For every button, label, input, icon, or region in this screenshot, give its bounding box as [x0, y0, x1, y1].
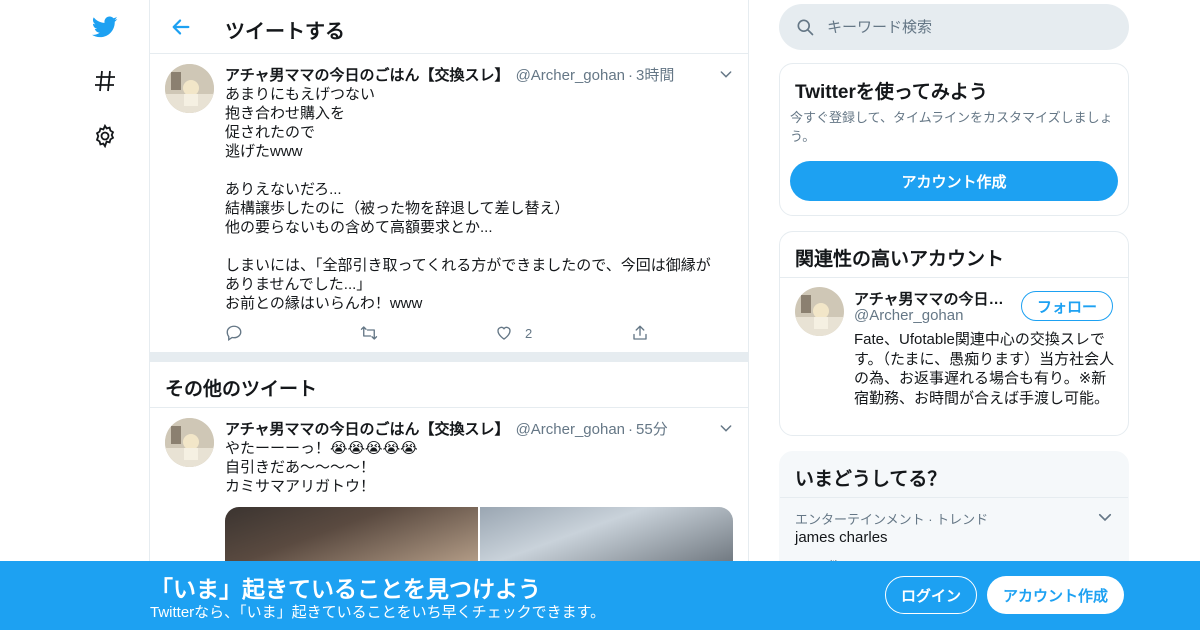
avatar[interactable]: [165, 418, 214, 467]
related-accounts-title: 関連性の高いアカウント: [795, 249, 1005, 270]
chevron-down-icon[interactable]: [718, 66, 734, 82]
tweet-text-line: お前との縁はいらんわ！www: [225, 295, 423, 312]
tweet-actions: 2: [225, 322, 665, 344]
chevron-down-icon[interactable]: [1096, 508, 1114, 526]
gear-icon[interactable]: [90, 121, 120, 151]
tweet-text-line: 抱き合わせ購入を: [225, 105, 346, 122]
tweet-text-line: ありえないだろ...: [225, 181, 342, 198]
tweet-timestamp[interactable]: 3時間: [636, 67, 674, 84]
page-title: ツイートする: [225, 21, 345, 43]
tweet-text: やたーーーっ！😭😭😭😭😭 自引きだあ〜〜〜〜！ カミサマアリガトウ！: [225, 439, 730, 496]
tweet-text-line: [225, 237, 730, 256]
main-tweet[interactable]: アチャ男ママの今日のごはん【交換スレ】 @Archer_gohan · 3時間 あまり…: [150, 54, 748, 352]
tweet-text-line: 他の要らないもの含めて高額要求とか...: [225, 219, 493, 236]
login-button[interactable]: ログイン: [885, 576, 977, 614]
hashtag-icon[interactable]: [90, 66, 120, 96]
signup-card: Twitterを使ってみよう 今すぐ登録して、タイムラインをカスタマイズしましょ…: [779, 63, 1129, 216]
tweet-text-line: [225, 161, 730, 180]
like-count: 2: [525, 325, 533, 341]
divider: [780, 497, 1128, 498]
section-divider: [150, 352, 748, 362]
back-arrow-icon[interactable]: [168, 14, 194, 40]
separator-dot: ·: [628, 421, 634, 438]
signup-button[interactable]: アカウント作成: [987, 576, 1124, 614]
trend-name[interactable]: james charles: [795, 529, 888, 546]
signup-banner: 「いま」起きていることを見つけよう Twitterなら、「いま」起きていることを…: [0, 561, 1200, 630]
account-bio: Fate、Ufotable関連中心の交換スレです。（たまに、愚痴ります）当方社会…: [854, 331, 1115, 407]
tweet-media[interactable]: [225, 507, 733, 567]
tweet-text-line: 逃げたwww: [225, 143, 303, 160]
tweet-text: あまりにもえげつない 抱き合わせ購入を 促されたので 逃げたwww ありえないだ…: [225, 85, 730, 313]
avatar[interactable]: [165, 64, 214, 113]
left-nav: [80, 0, 130, 630]
retweet-icon: [360, 326, 378, 340]
account-name[interactable]: アチャ男ママの今日のごはん【交換スレ】: [854, 288, 1014, 309]
twitter-logo-icon[interactable]: [90, 12, 120, 42]
tweet-text-line: 促されたので: [225, 124, 316, 141]
search-input[interactable]: [827, 4, 1117, 50]
separator-dot: ·: [628, 67, 634, 84]
more-tweets-title: その他のツイート: [165, 379, 318, 400]
tweet-text-line: あまりにもえげつない: [225, 86, 376, 103]
tweet-text-line: カミサマアリガトウ！: [225, 478, 376, 495]
divider: [780, 277, 1128, 278]
like-button[interactable]: 2: [495, 322, 532, 344]
share-icon: [633, 325, 647, 340]
chevron-down-icon[interactable]: [718, 420, 734, 436]
retweet-button[interactable]: [359, 322, 379, 344]
account-handle[interactable]: @Archer_gohan: [854, 307, 963, 324]
author-name[interactable]: アチャ男ママの今日のごはん【交換スレ】: [225, 421, 510, 438]
tweet-header: アチャ男ママの今日のごはん【交換スレ】 @Archer_gohan · 3時間: [225, 64, 674, 85]
banner-subtitle: Twitterなら、「いま」起きていることをいち早くチェックできます。: [150, 604, 606, 621]
signup-card-description: 今すぐ登録して、タイムラインをカスタマイズしましょう。: [790, 110, 1113, 144]
author-handle[interactable]: @Archer_gohan: [516, 67, 625, 84]
more-tweets-header: その他のツイート: [150, 362, 748, 408]
trend-category: エンターテインメント · トレンド: [795, 512, 989, 527]
search-icon: [795, 17, 815, 37]
banner-title: 「いま」起きていることを見つけよう: [150, 576, 541, 602]
share-button[interactable]: [631, 322, 649, 344]
tweet-text-line: 結構譲歩したのに（被った物を辞退して差し替え）: [225, 200, 570, 217]
avatar[interactable]: [795, 287, 844, 336]
author-name[interactable]: アチャ男ママの今日のごはん【交換スレ】: [225, 67, 510, 84]
signup-card-title: Twitterを使ってみよう: [795, 82, 988, 103]
trends-title: いまどうしてる？: [795, 469, 947, 490]
tweet-photo[interactable]: [225, 507, 478, 567]
tweet-text-line: ありませんでした...」: [225, 276, 372, 293]
create-account-button[interactable]: アカウント作成: [790, 161, 1118, 201]
author-handle[interactable]: @Archer_gohan: [516, 421, 625, 438]
tweet-text-line: やたーーーっ！😭😭😭😭😭: [225, 440, 418, 457]
heart-icon: [497, 326, 511, 340]
search-box: [779, 4, 1129, 50]
follow-button[interactable]: フォロー: [1021, 291, 1113, 321]
main-column: ツイートする アチャ男ママの今日のごはん【交換スレ】 @Archer_gohan ·…: [149, 0, 749, 630]
reply-button[interactable]: [225, 322, 243, 344]
tweet-header: アチャ男ママの今日のごはん【交換スレ】 @Archer_gohan · 55分: [225, 418, 668, 439]
tweet-text-line: 自引きだあ〜〜〜〜！: [225, 459, 376, 476]
tweet-timestamp[interactable]: 55分: [636, 421, 668, 438]
page-header: ツイートする: [150, 0, 748, 54]
reply-icon: [226, 325, 242, 342]
related-accounts-card: 関連性の高いアカウント アチャ男ママの今日のごはん【交換スレ】 @Archer_…: [779, 231, 1129, 436]
tweet-text-line: しまいには、「全部引き取ってくれる方ができましたので、今回は御縁が: [225, 257, 711, 274]
tweet-photo[interactable]: [480, 507, 733, 567]
